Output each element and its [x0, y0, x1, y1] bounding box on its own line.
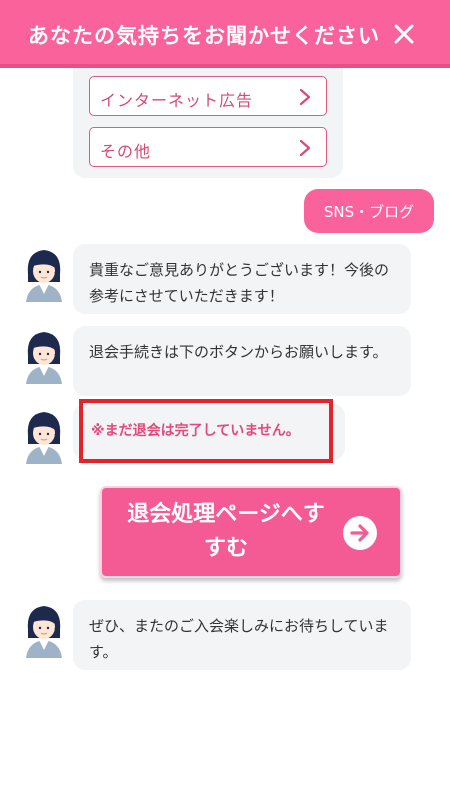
warning-highlight: ※まだ退会は完了していません。 — [79, 399, 333, 463]
bot-message-bubble: 貴重なご意見ありがとうございます！今後の参考にさせていただきます！ — [73, 244, 411, 314]
header-title: あなたの気持ちをお聞かせください — [28, 24, 380, 48]
warning-text: ※まだ退会は完了していません。 — [91, 423, 300, 439]
bot-message-bubble: ぜひ、またのご入会楽しみにお待ちしています。 — [73, 600, 411, 670]
bot-message-text: ぜひ、またのご入会楽しみにお待ちしています。 — [89, 617, 389, 661]
close-icon — [394, 24, 414, 44]
close-button[interactable] — [388, 18, 420, 50]
user-message-bubble: SNS・ブログ — [304, 189, 434, 233]
bot-message-text: 退会手続きは下のボタンからお願いします。 — [89, 343, 388, 361]
option-label: その他 — [100, 142, 152, 161]
bot-message-text: 貴重なご意見ありがとうございます！今後の参考にさせていただきます！ — [89, 261, 390, 305]
operator-avatar-icon — [26, 412, 62, 464]
arrow-right-circle-icon — [343, 516, 377, 550]
chat-header: あなたの気持ちをお聞かせください — [0, 0, 450, 68]
option-other[interactable]: その他 — [89, 127, 327, 167]
withdrawal-page-button[interactable]: 退会処理ページへすすむ — [100, 486, 402, 578]
user-message-text: SNS・ブログ — [323, 202, 415, 221]
operator-avatar-icon — [26, 332, 62, 384]
chevron-right-icon — [299, 139, 311, 157]
chat-area: インターネット広告 その他 SNS・ブログ 貴重なご意見ありがとうございます！今… — [0, 68, 450, 800]
operator-avatar-icon — [26, 606, 62, 658]
option-internet-ad[interactable]: インターネット広告 — [89, 76, 327, 116]
operator-avatar-icon — [26, 250, 62, 302]
option-label: インターネット広告 — [100, 91, 254, 110]
cta-label: 退会処理ページへすすむ — [127, 502, 325, 561]
options-card: インターネット広告 その他 — [73, 68, 343, 178]
bot-message-bubble: 退会手続きは下のボタンからお願いします。 — [73, 326, 411, 396]
chevron-right-icon — [299, 88, 311, 106]
